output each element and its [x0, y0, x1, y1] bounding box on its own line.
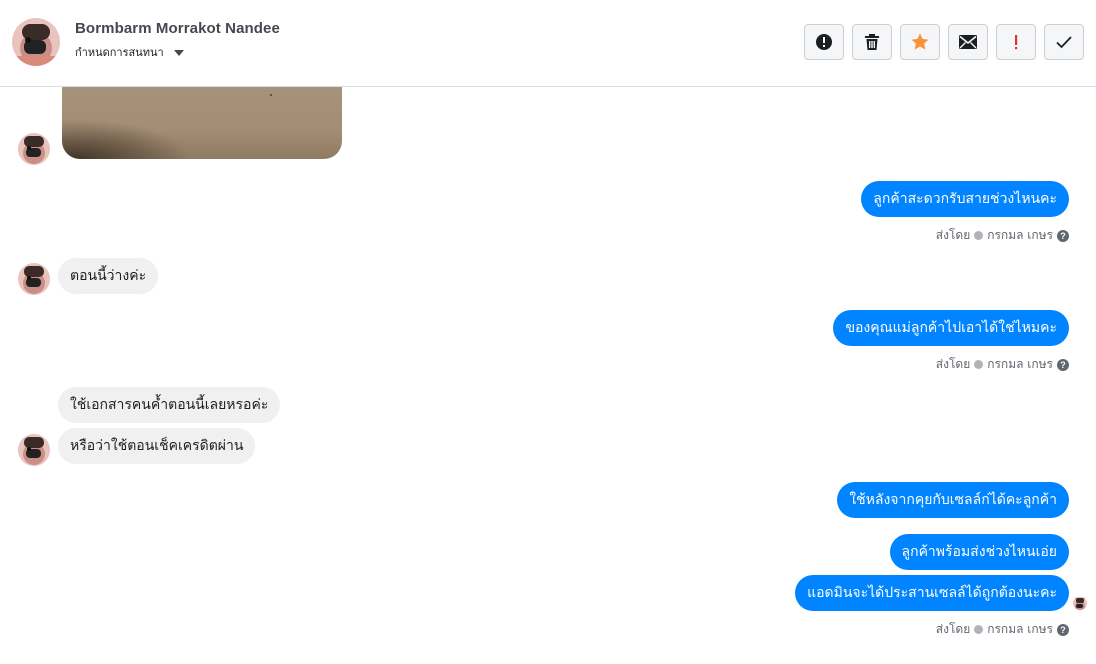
check-badge-icon: [974, 231, 984, 240]
photo-speck: [270, 94, 272, 96]
sent-by-prefix: ส่งโดย: [935, 622, 971, 636]
alert-circle-icon: [816, 34, 832, 50]
sent-by-name[interactable]: กรกมล เกษร: [987, 620, 1053, 639]
incoming-photo-attachment[interactable]: [62, 87, 342, 159]
trash-icon: [865, 34, 879, 50]
contact-avatar-small[interactable]: [18, 434, 50, 466]
help-icon[interactable]: ?: [1057, 358, 1069, 371]
sent-by-line: ส่งโดย กรกมล เกษร ?: [936, 355, 1069, 374]
outgoing-message[interactable]: ของคุณแม่ลูกค้าไปเอาได้ใช่ไหมคะ: [833, 310, 1069, 346]
check-badge-icon: [974, 625, 984, 634]
help-icon[interactable]: ?: [1057, 229, 1069, 242]
incoming-message[interactable]: หรือว่าใช้ตอนเช็คเครดิตผ่าน: [58, 428, 256, 464]
sent-by-name[interactable]: กรกมล เกษร: [987, 355, 1053, 374]
envelope-icon: [959, 35, 977, 49]
conversation-settings-dropdown[interactable]: กำหนดการสนทนา: [75, 43, 184, 61]
sent-by-name[interactable]: กรกมล เกษร: [987, 226, 1053, 245]
outgoing-message[interactable]: ใช้หลังจากคุยกับเซลล์ก่ได้คะลูกค้า: [837, 482, 1069, 518]
incoming-message[interactable]: ตอนนี้ว่างค่ะ: [58, 258, 159, 294]
help-icon[interactable]: ?: [1057, 623, 1069, 636]
star-button[interactable]: [900, 24, 940, 60]
contact-avatar-small[interactable]: [18, 133, 50, 165]
conversation-header: Bormbarm Morrakot Nandee กำหนดการสนทนา: [0, 0, 1096, 87]
mark-spam-button[interactable]: [804, 24, 844, 60]
delete-button[interactable]: [852, 24, 892, 60]
incoming-message[interactable]: ใช้เอกสารคนค้ำตอนนี้เลยหรอค่ะ: [58, 387, 281, 423]
outgoing-message[interactable]: ลูกค้าพร้อมส่งช่วงไหนเอ่ย: [889, 534, 1069, 570]
conversation-toolbar: [804, 24, 1084, 60]
sent-by-prefix: ส่งโดย: [935, 228, 971, 242]
outgoing-message[interactable]: แอดมินจะได้ประสานเซลล์ได้ถูกต้องนะคะ: [795, 575, 1069, 611]
outgoing-message[interactable]: ลูกค้าสะดวกรับสายช่วงไหนคะ: [861, 181, 1069, 217]
checkmark-icon: [1056, 36, 1072, 49]
mark-unread-button[interactable]: [948, 24, 988, 60]
photo-shadow: [62, 119, 192, 159]
contact-name[interactable]: Bormbarm Morrakot Nandee: [75, 20, 280, 37]
follow-up-button[interactable]: [996, 24, 1036, 60]
contact-avatar[interactable]: [12, 18, 60, 66]
star-icon: [911, 33, 929, 50]
sent-by-line: ส่งโดย กรกมล เกษร ?: [936, 226, 1069, 245]
caret-down-icon: [173, 50, 184, 56]
sent-by-prefix: ส่งโดย: [935, 357, 971, 371]
conversation-label: กำหนดการสนทนา: [75, 46, 164, 59]
exclamation-icon: [1015, 35, 1018, 50]
contact-avatar-small[interactable]: [18, 263, 50, 295]
check-badge-icon: [974, 360, 984, 369]
seen-avatar: [1073, 596, 1087, 610]
sent-by-line: ส่งโดย กรกมล เกษร ?: [936, 620, 1069, 639]
mark-done-button[interactable]: [1044, 24, 1084, 60]
